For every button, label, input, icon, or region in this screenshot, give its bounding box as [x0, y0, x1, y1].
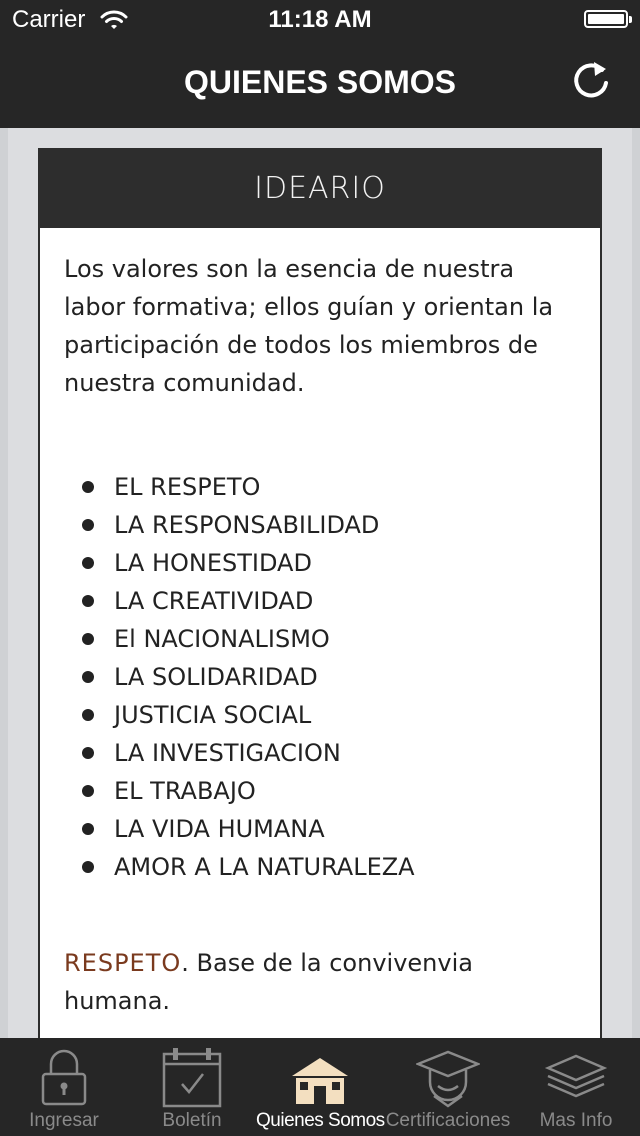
list-item: LA INVESTIGACION [64, 734, 576, 772]
tab-ingresar[interactable]: Ingresar [0, 1038, 128, 1136]
bullet [82, 747, 94, 759]
tab-boletin[interactable]: Boletín [128, 1038, 256, 1136]
tab-label: Ingresar [29, 1110, 99, 1131]
content-margin-right [632, 128, 640, 1038]
bullet [82, 519, 94, 531]
bullet [82, 785, 94, 797]
list-item: LA SOLIDARIDAD [64, 658, 576, 696]
card-body: Los valores son la esencia de nuestra la… [40, 228, 600, 1020]
list-item: El NACIONALISMO [64, 620, 576, 658]
content-margin-left [0, 128, 8, 1038]
respeto-paragraph: RESPETO. Base de la convivenvia humana. [64, 944, 576, 1020]
bullet [82, 481, 94, 493]
calendar-icon [128, 1046, 256, 1108]
respeto-keyword: RESPETO [64, 949, 182, 977]
list-item: EL RESPETO [64, 468, 576, 506]
building-icon [256, 1046, 384, 1108]
lock-icon [0, 1046, 128, 1108]
bullet [82, 557, 94, 569]
values-list: EL RESPETO LA RESPONSABILIDAD LA HONESTI… [64, 468, 576, 886]
page-title: QUIENES SOMOS [183, 64, 457, 100]
list-item: JUSTICIA SOCIAL [64, 696, 576, 734]
list-item: AMOR A LA NATURALEZA [64, 848, 576, 886]
tab-certificaciones[interactable]: Certificaciones [384, 1038, 512, 1136]
battery-icon [584, 10, 632, 28]
tab-label: Mas Info [539, 1110, 613, 1131]
bullet [82, 823, 94, 835]
bullet [82, 671, 94, 683]
ideario-card: IDEARIO Los valores son la esencia de nu… [38, 148, 602, 1038]
tab-mas-info[interactable]: Mas Info [512, 1038, 640, 1136]
list-item: LA RESPONSABILIDAD [64, 506, 576, 544]
refresh-icon[interactable] [568, 58, 614, 104]
tab-label: Quienes Somos [256, 1110, 385, 1131]
bullet [82, 633, 94, 645]
list-item: LA CREATIVIDAD [64, 582, 576, 620]
bullet [82, 861, 94, 873]
bullet [82, 595, 94, 607]
tab-bar: Ingresar Boletín Quienes Somos Certifica… [0, 1038, 640, 1136]
tab-label: Certificaciones [385, 1110, 511, 1131]
status-bar: Carrier 11:18 AM [0, 0, 640, 40]
intro-paragraph: Los valores son la esencia de nuestra la… [64, 255, 554, 397]
list-item: LA HONESTIDAD [64, 544, 576, 582]
tab-label: Boletín [162, 1110, 222, 1131]
nav-bar: QUIENES SOMOS [0, 40, 640, 128]
graduate-icon [384, 1046, 512, 1108]
tab-quienes-somos[interactable]: Quienes Somos [256, 1038, 385, 1136]
layers-icon [512, 1046, 640, 1108]
content-area[interactable]: IDEARIO Los valores son la esencia de nu… [0, 128, 640, 1038]
bullet [82, 709, 94, 721]
list-item: EL TRABAJO [64, 772, 576, 810]
clock: 11:18 AM [268, 6, 372, 33]
list-item: LA VIDA HUMANA [64, 810, 576, 848]
card-header: IDEARIO [40, 150, 600, 228]
